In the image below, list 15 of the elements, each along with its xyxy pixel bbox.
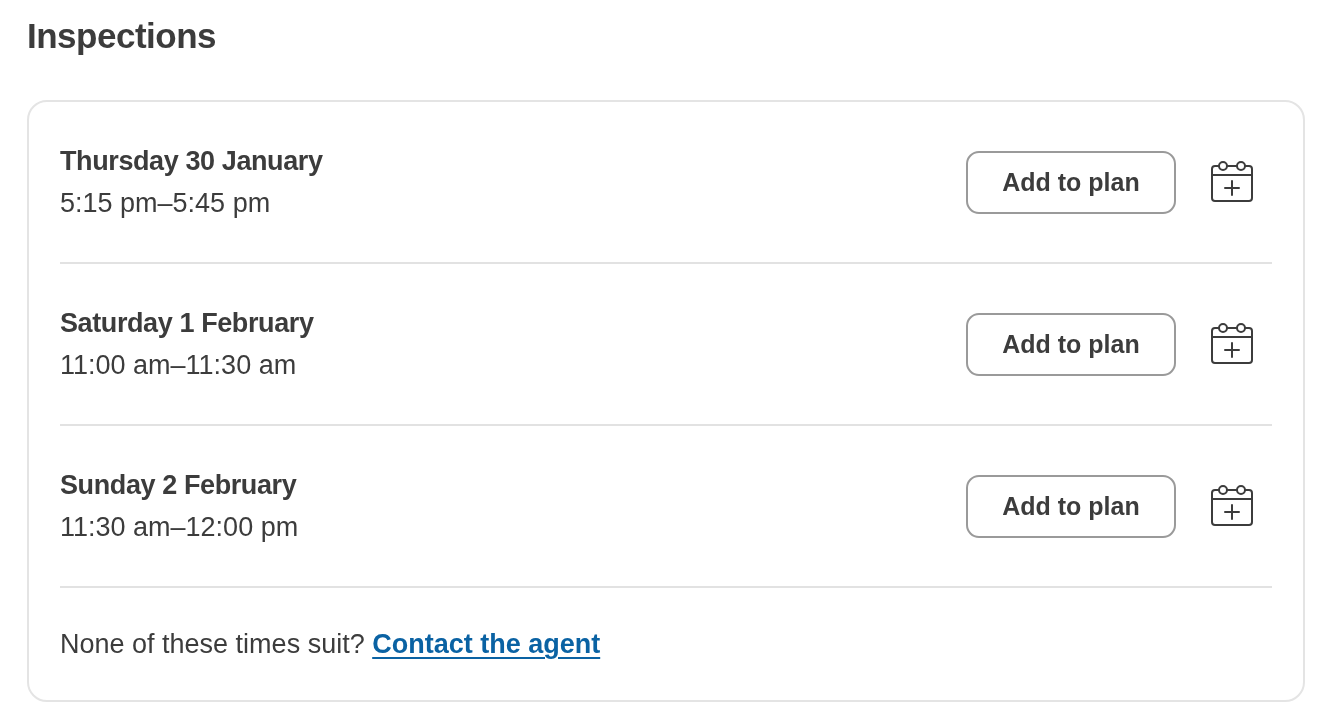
add-to-plan-button[interactable]: Add to plan xyxy=(966,474,1176,538)
add-to-plan-button[interactable]: Add to plan xyxy=(966,312,1176,376)
inspection-time: 11:00 am–11:30 am xyxy=(60,349,298,382)
section-heading: Inspections xyxy=(27,15,217,57)
inspection-date: Thursday 30 January xyxy=(60,145,324,178)
footer-prompt: None of these times suit? Contact the agent xyxy=(60,628,601,661)
calendar-plus-icon[interactable] xyxy=(1210,161,1254,203)
inspection-time: 11:30 am–12:00 pm xyxy=(60,511,300,544)
inspection-date: Sunday 2 February xyxy=(60,469,298,502)
calendar-plus-icon[interactable] xyxy=(1210,323,1254,365)
calendar-plus-icon[interactable] xyxy=(1210,485,1254,527)
inspection-time: 5:15 pm–5:45 pm xyxy=(60,187,272,220)
inspection-date: Saturday 1 February xyxy=(60,307,315,340)
add-to-plan-button[interactable]: Add to plan xyxy=(966,150,1176,214)
contact-agent-link[interactable]: Contact the agent xyxy=(372,629,601,659)
